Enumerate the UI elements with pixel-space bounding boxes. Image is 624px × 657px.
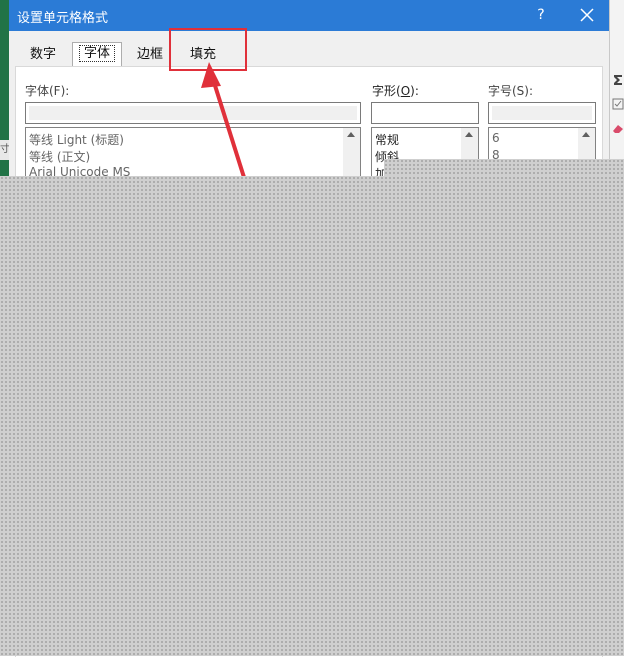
obscured-region-overlay [0, 176, 624, 656]
obscured-region-overlay [384, 159, 624, 177]
